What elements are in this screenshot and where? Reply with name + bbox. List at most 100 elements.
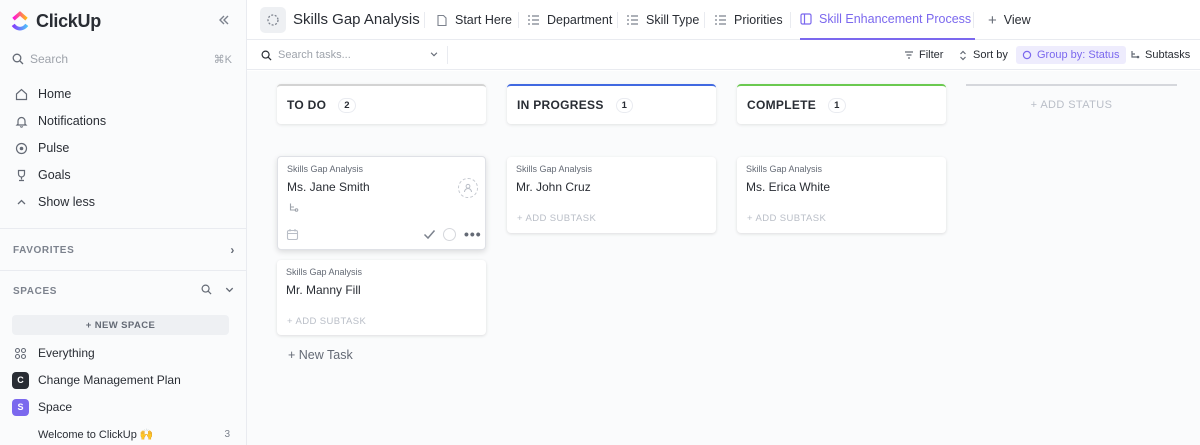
nav-pulse[interactable]: Pulse <box>8 135 240 161</box>
sidebar-divider <box>0 228 246 229</box>
tab-divider <box>973 12 974 28</box>
subtasks-button[interactable]: Subtasks <box>1130 46 1190 64</box>
nav-notifications-label: Notifications <box>38 114 107 128</box>
column-in-progress-header[interactable]: IN PROGRESS 1 <box>507 84 716 124</box>
list-count: 3 <box>224 428 230 440</box>
space-space[interactable]: S Space <box>12 396 240 418</box>
nav-show-less[interactable]: Show less <box>8 189 240 215</box>
add-subtask-button[interactable]: + ADD SUBTASK <box>287 316 366 327</box>
assignee-icon[interactable] <box>458 178 478 198</box>
chevron-right-icon[interactable]: › <box>230 243 235 257</box>
sidebar-search[interactable]: Search ⌘K <box>4 47 240 71</box>
trophy-icon <box>14 168 28 182</box>
space-space-label: Space <box>38 400 73 414</box>
tab-divider <box>704 12 705 28</box>
search-label: Search <box>30 52 69 66</box>
column-todo-header[interactable]: TO DO 2 <box>277 84 486 124</box>
tab-divider <box>518 12 519 28</box>
app-name: ClickUp <box>36 10 101 31</box>
favorites-header[interactable]: FAVORITES › <box>13 242 235 258</box>
nav-home[interactable]: Home <box>8 81 240 107</box>
nav-notifications[interactable]: Notifications <box>8 108 240 134</box>
task-list-name: Skills Gap Analysis <box>287 164 364 174</box>
task-card[interactable]: Skills Gap Analysis Mr. Manny Fill + ADD… <box>277 260 486 335</box>
sort-icon <box>958 50 968 61</box>
tab-skill-enhancement-label: Skill Enhancement Process <box>819 12 972 26</box>
group-by-button[interactable]: Group by: Status <box>1016 46 1126 64</box>
pulse-icon <box>14 141 28 155</box>
column-title: IN PROGRESS <box>517 98 604 112</box>
column-count: 1 <box>828 97 846 113</box>
task-search-input[interactable]: Search tasks... <box>261 47 439 63</box>
task-card[interactable]: Skills Gap Analysis Ms. Erica White + AD… <box>737 157 946 233</box>
space-change-management-plan[interactable]: C Change Management Plan <box>12 369 240 391</box>
add-view-button[interactable]: + View <box>988 0 1031 40</box>
clickup-logo[interactable]: ClickUp <box>9 9 101 33</box>
plus-icon: + <box>988 11 997 29</box>
column-title: COMPLETE <box>747 98 817 112</box>
list-welcome-label: Welcome to ClickUp 🙌 <box>38 428 154 441</box>
sidebar: ClickUp Search ⌘K Home Notifications Pul… <box>0 0 247 445</box>
filter-button[interactable]: Filter <box>904 46 943 64</box>
calendar-icon[interactable] <box>286 228 299 244</box>
task-name[interactable]: Ms. Erica White <box>746 180 830 194</box>
task-card[interactable]: Skills Gap Analysis Mr. John Cruz + ADD … <box>507 157 716 233</box>
home-icon <box>14 87 28 101</box>
task-name[interactable]: Ms. Jane Smith <box>287 180 370 194</box>
sort-label: Sort by <box>973 49 1008 61</box>
new-task-button[interactable]: + New Task <box>288 348 353 362</box>
task-card[interactable]: Skills Gap Analysis Ms. Jane Smith ••• <box>277 156 486 250</box>
add-subtask-button[interactable]: + ADD SUBTASK <box>747 213 826 224</box>
nav-goals[interactable]: Goals <box>8 162 240 188</box>
task-name[interactable]: Mr. Manny Fill <box>286 283 361 297</box>
list-view-icon <box>527 14 540 26</box>
tab-department[interactable]: Department <box>527 0 612 40</box>
task-search-placeholder: Search tasks... <box>278 49 351 61</box>
collapse-sidebar-icon[interactable] <box>216 13 232 29</box>
chevron-down-icon[interactable] <box>429 49 439 62</box>
tab-skill-enhancement-process[interactable]: Skill Enhancement Process <box>800 0 976 40</box>
space-everything[interactable]: Everything <box>12 342 240 364</box>
tab-divider <box>790 12 791 28</box>
column-complete-header[interactable]: COMPLETE 1 <box>737 84 946 124</box>
task-list-name: Skills Gap Analysis <box>746 164 823 174</box>
tab-skill-type[interactable]: Skill Type <box>626 0 699 40</box>
search-shortcut: ⌘K <box>213 53 232 66</box>
more-options-icon[interactable]: ••• <box>464 226 482 242</box>
grid-icon <box>12 345 29 362</box>
spaces-label: SPACES <box>13 285 57 297</box>
sort-button[interactable]: Sort by <box>958 46 1008 64</box>
task-list-name: Skills Gap Analysis <box>286 267 363 277</box>
tab-skill-type-label: Skill Type <box>646 13 700 27</box>
board-toolbar: Search tasks... Filter Sort by Group by:… <box>247 40 1200 70</box>
page-title[interactable]: Skills Gap Analysis <box>293 11 420 28</box>
check-icon[interactable] <box>423 229 436 243</box>
new-space-button[interactable]: + NEW SPACE <box>12 315 229 335</box>
filter-label: Filter <box>919 49 944 61</box>
tab-divider <box>424 12 425 28</box>
space-avatar: S <box>12 398 29 416</box>
bell-icon <box>14 114 28 128</box>
group-by-label: Group by: Status <box>1037 49 1120 61</box>
tab-priorities-label: Priorities <box>734 13 783 27</box>
tab-priorities[interactable]: Priorities <box>714 0 783 40</box>
task-name[interactable]: Mr. John Cruz <box>516 180 591 194</box>
add-subtask-button[interactable]: + ADD SUBTASK <box>517 213 596 224</box>
search-icon <box>12 53 24 65</box>
chevron-up-icon <box>14 195 28 209</box>
list-settings-icon[interactable] <box>260 7 286 33</box>
list-welcome[interactable]: Welcome to ClickUp 🙌 3 <box>38 423 240 445</box>
add-view-label: View <box>1003 13 1031 27</box>
spaces-header: SPACES <box>13 283 235 299</box>
add-status-button[interactable]: + ADD STATUS <box>966 84 1177 124</box>
toolbar-divider <box>447 46 448 64</box>
column-count: 1 <box>615 97 634 113</box>
subtask-icon[interactable] <box>288 202 299 217</box>
chevron-down-icon[interactable] <box>224 284 235 298</box>
space-everything-label: Everything <box>38 346 95 360</box>
column-title: TO DO <box>287 98 327 112</box>
search-spaces-icon[interactable] <box>201 284 212 298</box>
tab-start-here[interactable]: Start Here <box>436 0 512 40</box>
status-circle-icon[interactable] <box>443 228 456 241</box>
view-header: Skills Gap Analysis Start Here Departmen… <box>247 0 1200 40</box>
